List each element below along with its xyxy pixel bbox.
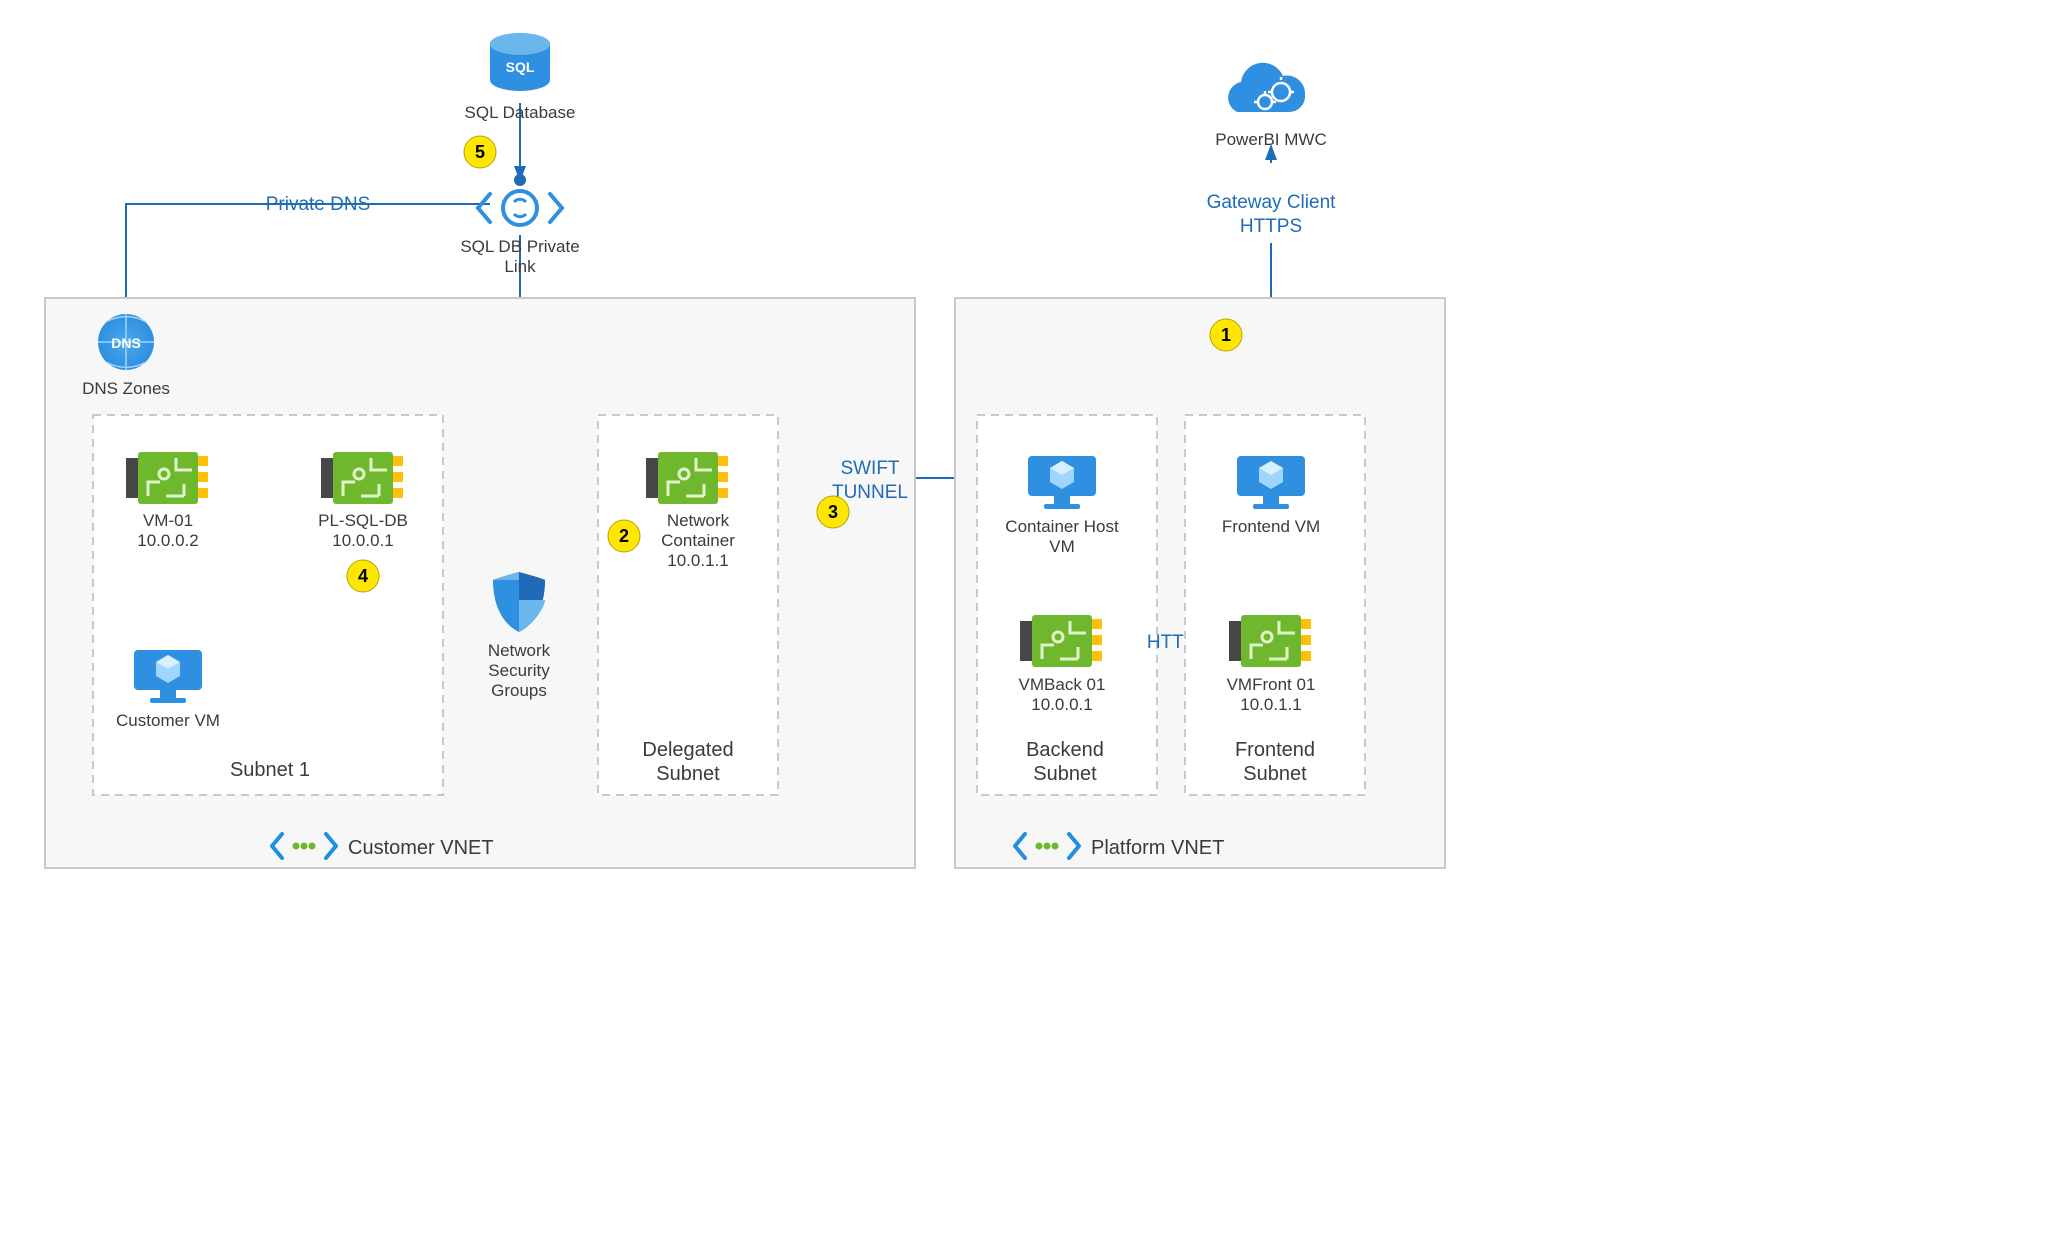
- nc-name-1: Network: [667, 511, 730, 530]
- frontend-title-2: Subnet: [1243, 763, 1307, 785]
- svg-text:5: 5: [475, 142, 485, 162]
- platform-vnet-title: Platform VNET: [1091, 837, 1224, 859]
- sql-pl-label-2: Link: [504, 257, 536, 276]
- pl-sql-db-icon: [321, 452, 403, 504]
- powerbi-mwc-label: PowerBI MWC: [1215, 130, 1326, 149]
- host-1: Container Host: [1005, 517, 1119, 536]
- svg-text:3: 3: [828, 502, 838, 522]
- svg-text:1: 1: [1221, 325, 1231, 345]
- svg-text:SQL: SQL: [506, 59, 535, 75]
- delegated-title-1: Delegated: [642, 739, 733, 761]
- vmfront-ip: 10.0.1.1: [1240, 695, 1301, 714]
- network-container-icon: [646, 452, 728, 504]
- plsql-name: PL-SQL-DB: [318, 511, 408, 530]
- vmback01-icon: [1020, 615, 1102, 667]
- vmback-name: VMBack 01: [1019, 675, 1106, 694]
- badge-4: 4: [347, 560, 379, 592]
- sql-db-private-link-icon: [478, 191, 562, 225]
- badge-2: 2: [608, 520, 640, 552]
- vm01-name: VM-01: [143, 511, 193, 530]
- backend-title-1: Backend: [1026, 739, 1104, 761]
- dns-zones-label: DNS Zones: [82, 379, 170, 398]
- nsg-l1: Network: [488, 641, 551, 660]
- badge-3: 3: [817, 496, 849, 528]
- backend-title-2: Subnet: [1033, 763, 1097, 785]
- sql-pl-label-1: SQL DB Private: [460, 237, 579, 256]
- gateway-client-1: Gateway Client: [1207, 192, 1337, 213]
- dns-zones-icon: DNS: [98, 314, 154, 370]
- label-private-dns: Private DNS: [266, 194, 371, 215]
- vmfront01-icon: [1229, 615, 1311, 667]
- nc-name-2: Container: [661, 531, 735, 550]
- frontend-vm-label: Frontend VM: [1222, 517, 1320, 536]
- gateway-client-2: HTTPS: [1240, 216, 1302, 237]
- subnet1-title: Subnet 1: [230, 759, 310, 781]
- nc-ip: 10.0.1.1: [667, 551, 728, 570]
- customer-vnet-title: Customer VNET: [348, 837, 494, 859]
- delegated-title-2: Subnet: [656, 763, 720, 785]
- nsg-l2: Security: [488, 661, 550, 680]
- nsg-l3: Groups: [491, 681, 547, 700]
- svg-text:4: 4: [358, 566, 368, 586]
- frontend-title-1: Frontend: [1235, 739, 1315, 761]
- svg-text:DNS: DNS: [111, 335, 141, 351]
- svg-text:2: 2: [619, 526, 629, 546]
- sql-database-label: SQL Database: [465, 103, 576, 122]
- swift-1: SWIFT: [840, 458, 899, 479]
- host-2: VM: [1049, 537, 1075, 556]
- badge-1: 1: [1210, 319, 1242, 351]
- vm01-ip: 10.0.0.2: [137, 531, 198, 550]
- sql-database-icon: SQL: [490, 33, 550, 91]
- dot-privatelink: [514, 174, 526, 186]
- customer-vm-label: Customer VM: [116, 711, 220, 730]
- vmfront-name: VMFront 01: [1227, 675, 1316, 694]
- vmback-ip: 10.0.0.1: [1031, 695, 1092, 714]
- badge-5: 5: [464, 136, 496, 168]
- plsql-ip: 10.0.0.1: [332, 531, 393, 550]
- powerbi-mwc-icon: [1228, 63, 1305, 112]
- vm-01-icon: [126, 452, 208, 504]
